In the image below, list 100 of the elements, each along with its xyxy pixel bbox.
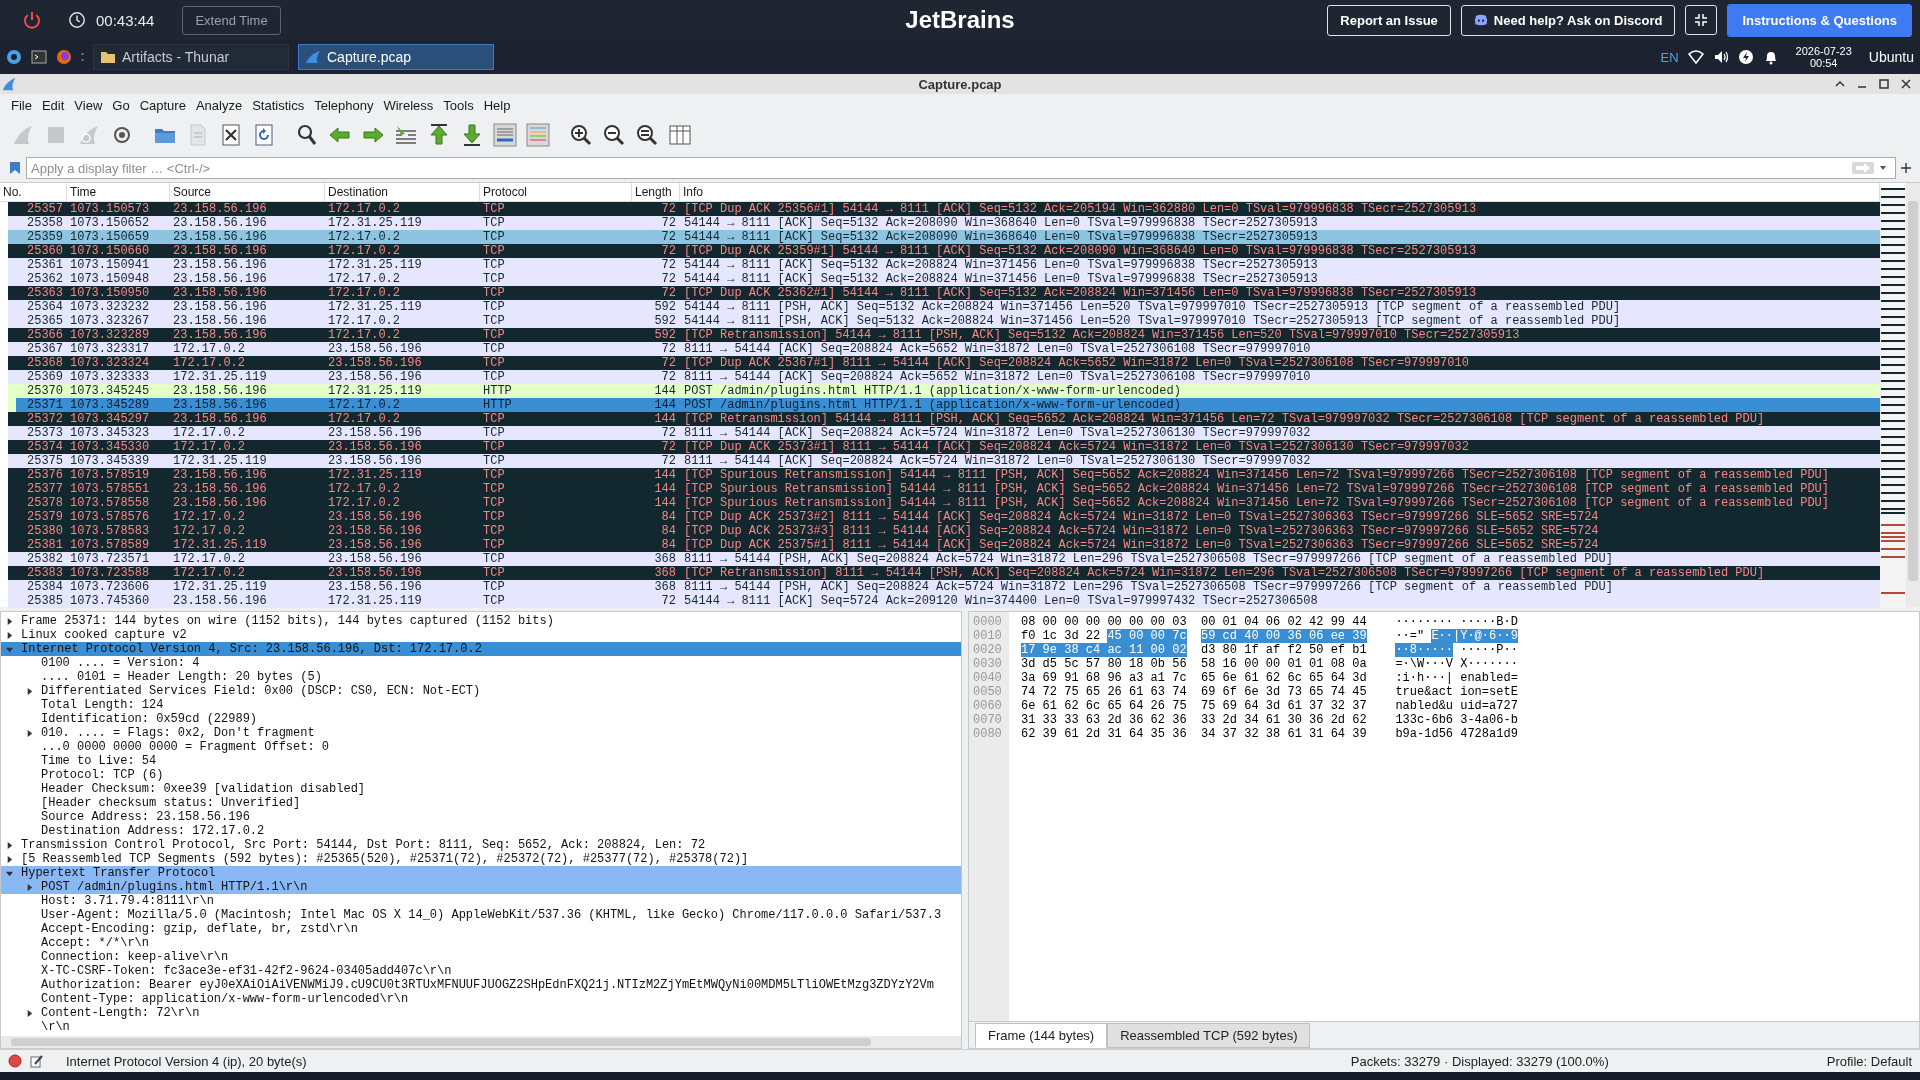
- packet-row[interactable]: 25381 1073.578589 172.31.25.119 23.158.56.196 TCP 84 [TCP Dup ACK 25375#1] 8111 → 54144 [ACK] Seq=208824 Ack=5724 Win=31872 Len=0 TSval=2527306363 TSecr=979997266 SLE=5652 SRE=5724: [8, 538, 1880, 552]
- taskbar-task[interactable]: Capture.pcap: [298, 44, 494, 70]
- profile-text[interactable]: Profile: Default: [1826, 1053, 1912, 1069]
- hex-bytes[interactable]: 00 01 04 06 02 42 99 44: [1201, 615, 1367, 629]
- hex-bytes[interactable]: 62 39 61 2d 31 64 35 36: [1021, 727, 1187, 741]
- packet-row[interactable]: 25385 1073.745360 23.158.56.196 172.31.25.119 TCP 72 54144 → 8111 [ACK] Seq=5724 Ack=209120 Win=374400 Len=0 TSval=979997432 TSecr=2527306508: [8, 594, 1880, 608]
- tab[interactable]: Frame (144 bytes): [975, 1023, 1108, 1048]
- tree-row[interactable]: Linux cooked capture v2: [1, 628, 961, 642]
- ascii-text[interactable]: ion=setE: [1460, 685, 1518, 699]
- tree-row[interactable]: Transmission Control Protocol, Src Port: 54144, Dst Port: 8111, Seq: 5652, Ack: 208824, Len: 72: [1, 838, 961, 852]
- speaker-icon[interactable]: [1712, 49, 1729, 65]
- plus-icon[interactable]: [1900, 162, 1912, 174]
- column-header[interactable]: Destination: [325, 183, 480, 201]
- ascii-text[interactable]: enabled=: [1460, 671, 1518, 685]
- expand-arrow-icon[interactable]: [25, 1008, 34, 1018]
- wifi-icon[interactable]: [1687, 49, 1704, 65]
- packet-row[interactable]: 25366 1073.323289 23.158.56.196 172.17.0.2 TCP 592 [TCP Retransmission] 54144 → 8111 [PSH, ACK] Seq=5132 Ack=208824 Win=371456 Len=520 TSval=979997010 TSecr=2527305913: [8, 328, 1880, 342]
- ascii-text[interactable]: uid=a727: [1460, 699, 1518, 713]
- power-icon[interactable]: [22, 10, 42, 30]
- menu-item[interactable]: Go: [107, 97, 135, 113]
- power-status-icon[interactable]: [1737, 49, 1754, 65]
- menu-item[interactable]: Capture: [134, 97, 191, 113]
- record-icon[interactable]: [8, 1054, 22, 1068]
- extend-time-button[interactable]: Extend Time: [182, 5, 281, 35]
- hex-bytes[interactable]: 74 72 75 65 26 61 63 74: [1021, 685, 1187, 699]
- menu-item[interactable]: File: [6, 97, 37, 113]
- ascii-text[interactable]: ········: [1395, 615, 1454, 629]
- tree-row[interactable]: Time to Live: 54: [1, 754, 961, 768]
- hex-bytes[interactable]: 08 00 00 00 00 00 00 03: [1021, 615, 1187, 629]
- column-header[interactable]: Source: [170, 183, 325, 201]
- hex-bytes[interactable]: 65 6e 61 62 6c 65 64 3d: [1201, 671, 1367, 685]
- column-header[interactable]: Time: [67, 183, 170, 201]
- column-header[interactable]: Length: [632, 183, 680, 201]
- hex-bytes[interactable]: 69 6f 6e 3d 73 65 74 45: [1201, 685, 1367, 699]
- hex-bytes[interactable]: 3d d5 5c 57 80 18 0b 56: [1021, 657, 1187, 671]
- hex-bytes[interactable]: 33 2d 34 61 30 36 2d 62: [1201, 713, 1367, 727]
- autoscroll-icon[interactable]: [490, 120, 520, 150]
- ascii-text[interactable]: =·\W···V: [1395, 657, 1454, 671]
- horizontal-scrollbar[interactable]: [1, 1036, 961, 1048]
- tree-row[interactable]: Destination Address: 172.17.0.2: [1, 824, 961, 838]
- tree-row[interactable]: Internet Protocol Version 4, Src: 23.158.56.196, Dst: 172.17.0.2: [1, 642, 961, 656]
- ascii-text[interactable]: 3-4a06-b: [1460, 713, 1518, 727]
- packet-row[interactable]: 25364 1073.323232 23.158.56.196 172.31.25.119 TCP 592 54144 → 8111 [PSH, ACK] Seq=5132 Ack=208824 Win=371456 Len=520 TSval=979997010 TSecr=2527305913 [TCP segment of a reassembled PDU]: [8, 300, 1880, 314]
- menu-item[interactable]: Tools: [438, 97, 479, 113]
- report-issue-button[interactable]: Report an Issue: [1327, 4, 1451, 36]
- expand-arrow-icon[interactable]: [25, 882, 34, 892]
- terminal-icon[interactable]: [31, 49, 47, 65]
- tree-row[interactable]: [Header checksum status: Unverified]: [1, 796, 961, 810]
- display-filter-field[interactable]: Apply a display filter … <Ctrl-/>: [26, 157, 1896, 179]
- discord-help-button[interactable]: Need help? Ask on Discord: [1460, 4, 1676, 36]
- ascii-text[interactable]: 4728a1d9: [1460, 727, 1518, 741]
- menu-item[interactable]: Edit: [36, 97, 70, 113]
- ascii-text[interactable]: 133c-6b6: [1395, 713, 1454, 727]
- hex-bytes[interactable]: 75 69 64 3d 61 37 32 37: [1201, 699, 1367, 713]
- packet-row[interactable]: 25360 1073.150660 23.158.56.196 172.17.0.2 TCP 72 [TCP Dup ACK 25359#1] 54144 → 8111 [ACK] Seq=5132 Ack=208090 Win=368640 Len=0 TSval=979996838 TSecr=2527305913: [8, 244, 1880, 258]
- column-header[interactable]: No.: [0, 183, 67, 201]
- maximize-icon[interactable]: [1878, 78, 1890, 90]
- keyboard-layout[interactable]: EN: [1660, 49, 1679, 65]
- packet-row[interactable]: 25368 1073.323324 172.17.0.2 23.158.56.196 TCP 72 [TCP Dup ACK 25367#1] 8111 → 54144 [ACK] Seq=208824 Ack=5652 Win=31872 Len=0 TSval=2527306108 TSecr=979997010: [8, 356, 1880, 370]
- ascii-text[interactable]: :i·h···|: [1395, 671, 1454, 685]
- packet-row[interactable]: 25359 1073.150659 23.158.56.196 172.17.0.2 TCP 72 54144 → 8111 [ACK] Seq=5132 Ack=208090 Win=368640 Len=0 TSval=979996838 TSecr=2527305913: [8, 230, 1880, 244]
- user-name[interactable]: Ubuntu: [1868, 49, 1914, 65]
- tree-row[interactable]: X-TC-CSRF-Token: fc3ace3e-ef31-42f2-9624-03405add407c\r\n: [1, 964, 961, 978]
- tree-row[interactable]: Hypertext Transfer Protocol: [1, 866, 961, 880]
- tree-row[interactable]: ...0 0000 0000 0000 = Fragment Offset: 0: [1, 740, 961, 754]
- hex-bytes[interactable]: 58 16 00 00 01 01 08 0a: [1201, 657, 1367, 671]
- close-icon[interactable]: [1900, 78, 1912, 90]
- tree-row[interactable]: Accept-Encoding: gzip, deflate, br, zstd\r\n: [1, 922, 961, 936]
- tree-row[interactable]: Total Length: 124: [1, 698, 961, 712]
- tree-row[interactable]: Differentiated Services Field: 0x00 (DSCP: CS0, ECN: Not-ECT): [1, 684, 961, 698]
- tree-row[interactable]: Protocol: TCP (6): [1, 768, 961, 782]
- browser-icon[interactable]: [56, 49, 72, 65]
- menu-item[interactable]: Analyze: [190, 97, 248, 113]
- tree-row[interactable]: Frame 25371: 144 bytes on wire (1152 bits), 144 bytes captured (1152 bits): [1, 614, 961, 628]
- ascii-text[interactable]: true&act: [1395, 685, 1454, 699]
- hex-bytes[interactable]: 6e 61 62 6c 65 64 26 75: [1021, 699, 1187, 713]
- ascii-text[interactable]: ·····B·D: [1460, 615, 1518, 629]
- menu-item[interactable]: View: [69, 97, 108, 113]
- fullscreen-icon[interactable]: [1685, 5, 1718, 35]
- menu-item[interactable]: Help: [478, 97, 516, 113]
- tree-row[interactable]: Host: 3.71.79.4:8111\r\n: [1, 894, 961, 908]
- hex-bytes[interactable]: 31 33 33 63 2d 36 62 36: [1021, 713, 1187, 727]
- packet-row[interactable]: [8, 566, 1880, 580]
- packet-row[interactable]: 25384 1073.723606 172.31.25.119 23.158.56.196 TCP 368 8111 → 54144 [PSH, ACK] Seq=208824 Ack=5724 Win=31872 Len=296 TSval=2527306508 TSecr=979997266 [TCP segment of a reassembled PDU]: [8, 580, 1880, 594]
- tree-row[interactable]: Content-Type: application/x-www-form-urlencoded\r\n: [1, 992, 961, 1006]
- tree-row[interactable]: Connection: keep-alive\r\n: [1, 950, 961, 964]
- tree-row[interactable]: 0100 .... = Version: 4: [1, 656, 961, 670]
- instructions-button[interactable]: Instructions & Questions: [1727, 3, 1912, 37]
- tab[interactable]: Reassembled TCP (592 bytes): [1107, 1023, 1311, 1048]
- packet-row[interactable]: 25382 1073.723571 172.17.0.2 23.158.56.196 TCP 368 8111 → 54144 [PSH, ACK] Seq=208824 Ack=5724 Win=31872 Len=296 TSval=2527306508 TSecr=979997266 [TCP segment of a reassembled PDU]: [8, 552, 1880, 566]
- packet-row[interactable]: [8, 412, 1880, 426]
- tree-row[interactable]: 010. .... = Flags: 0x2, Don't fragment: [1, 726, 961, 740]
- packet-row[interactable]: [8, 468, 1880, 482]
- hex-bytes[interactable]: 3a 69 91 68 96 a3 a1 7c: [1021, 671, 1187, 685]
- packet-row[interactable]: 25363 1073.150950 23.158.56.196 172.17.0.2 TCP 72 [TCP Dup ACK 25362#1] 54144 → 8111 [ACK] Seq=5132 Ack=208824 Win=371456 Len=0 TSval=979996838 TSecr=2527305913: [8, 286, 1880, 300]
- tree-row[interactable]: [5 Reassembled TCP Segments (592 bytes): #25365(520), #25371(72), #25372(72), #25377(72), #25378(72)]: [1, 852, 961, 866]
- ascii-text[interactable]: ·····P··: [1460, 643, 1518, 657]
- ascii-text[interactable]: b9a-1d56: [1395, 727, 1454, 741]
- packet-row[interactable]: 25361 1073.150941 23.158.56.196 172.31.25.119 TCP 72 54144 → 8111 [ACK] Seq=5132 Ack=208824 Win=371456 Len=0 TSval=979996838 TSecr=2527305913: [8, 258, 1880, 272]
- tree-row[interactable]: .... 0101 = Header Length: 20 bytes (5): [1, 670, 961, 684]
